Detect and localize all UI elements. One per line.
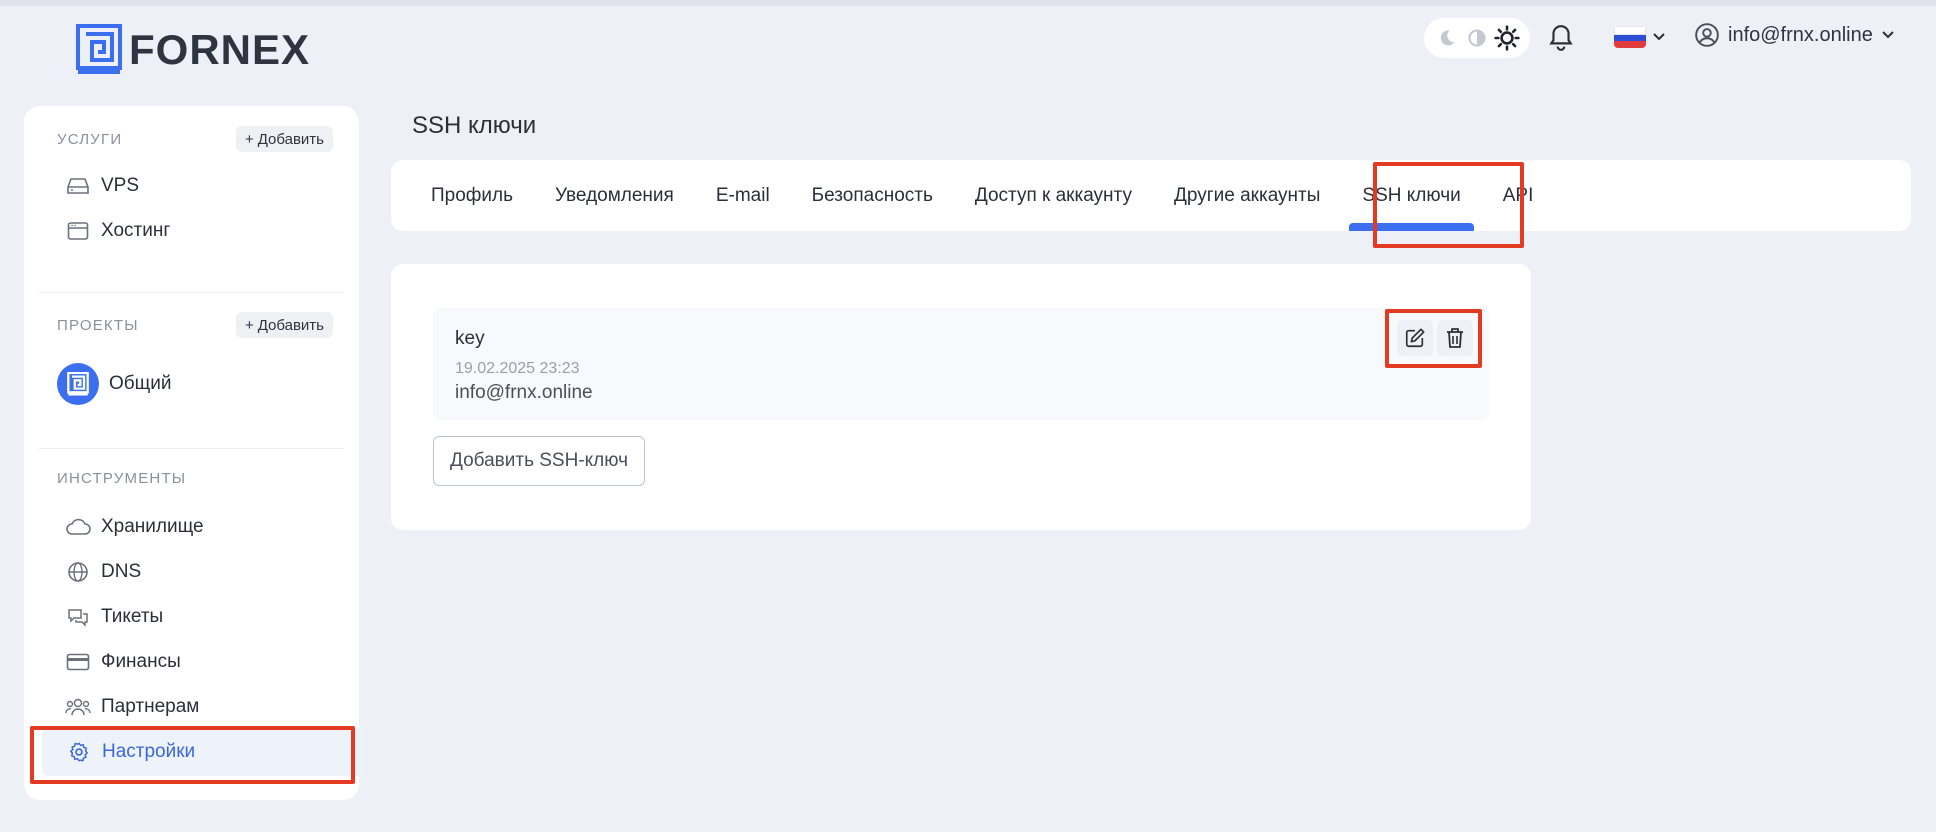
brand-name: FORNEX <box>129 26 311 73</box>
globe-icon <box>65 559 91 585</box>
credit-card-icon <box>65 649 91 675</box>
tab-account-access[interactable]: Доступ к аккаунту <box>954 160 1153 231</box>
services-section-title: УСЛУГИ <box>57 130 123 148</box>
ssh-key-date: 19.02.2025 23:23 <box>455 360 580 377</box>
account-email: info@frnx.online <box>1728 23 1873 46</box>
tools-section-title: ИНСТРУМЕНТЫ <box>57 470 187 487</box>
settings-tabs: Профиль Уведомления E-mail Безопасность … <box>391 160 1911 231</box>
sidebar-item-partners[interactable]: Партнерам <box>55 685 345 729</box>
page-title: SSH ключи <box>412 112 537 139</box>
ssh-key-actions <box>1397 320 1473 356</box>
sidebar-item-hosting[interactable]: Хостинг <box>55 209 345 253</box>
bell-icon[interactable] <box>1546 22 1576 54</box>
chevron-down-icon <box>1882 31 1894 39</box>
tab-other-accounts[interactable]: Другие аккаунты <box>1153 160 1341 231</box>
sun-icon[interactable] <box>1494 25 1520 51</box>
language-selector[interactable] <box>1614 26 1666 48</box>
tab-notifications[interactable]: Уведомления <box>534 160 695 231</box>
sidebar-item-label: Общий <box>109 373 172 394</box>
ssh-keys-card: key 19.02.2025 23:23 info@frnx.online До… <box>391 264 1531 530</box>
tools-section-header: ИНСТРУМЕНТЫ <box>57 470 333 487</box>
sidebar-item-storage[interactable]: Хранилище <box>55 505 345 549</box>
sidebar: УСЛУГИ + Добавить VPS Хостинг ПРОЕКТЫ + … <box>24 106 364 800</box>
tab-security[interactable]: Безопасность <box>791 160 954 231</box>
add-service-label: Добавить <box>257 130 324 148</box>
sidebar-item-label: VPS <box>101 175 140 196</box>
sidebar-item-label: DNS <box>101 561 142 582</box>
add-service-button[interactable]: + Добавить <box>235 126 333 152</box>
plus-icon: + <box>244 316 254 334</box>
ssh-key-name: key <box>455 328 485 349</box>
sidebar-divider <box>39 292 344 293</box>
chat-icon <box>65 604 91 630</box>
sidebar-item-dns[interactable]: DNS <box>55 550 345 594</box>
half-moon-icon[interactable] <box>1464 25 1490 51</box>
sidebar-item-label: Партнерам <box>101 696 200 717</box>
gear-icon <box>66 739 92 765</box>
sidebar-item-project-general[interactable]: Общий <box>55 356 345 412</box>
sidebar-item-tickets[interactable]: Тикеты <box>55 595 345 639</box>
services-section-header: УСЛУГИ + Добавить <box>57 126 333 152</box>
page-root: FORNEX info@frnx.online УСЛУГИ + Добавит… <box>0 0 1936 832</box>
sidebar-item-vps[interactable]: VPS <box>55 164 345 208</box>
edit-icon[interactable] <box>1397 320 1433 356</box>
sidebar-item-label: Хостинг <box>101 220 171 241</box>
moon-icon[interactable] <box>1434 25 1460 51</box>
fornex-logo-icon <box>76 24 122 74</box>
add-project-button[interactable]: + Добавить <box>235 312 333 338</box>
user-circle-icon <box>1695 23 1719 47</box>
cloud-icon <box>65 514 91 540</box>
sidebar-item-label: Настройки <box>102 741 196 762</box>
tab-profile[interactable]: Профиль <box>410 160 534 231</box>
tab-ssh-keys[interactable]: SSH ключи <box>1341 160 1481 231</box>
top-border <box>0 0 1936 6</box>
sidebar-item-label: Хранилище <box>101 516 204 537</box>
add-project-label: Добавить <box>257 316 324 334</box>
chevron-down-icon <box>1653 33 1665 41</box>
sidebar-item-label: Финансы <box>101 651 181 672</box>
tab-api[interactable]: API <box>1482 160 1555 231</box>
trash-icon[interactable] <box>1437 320 1473 356</box>
ssh-key-owner: info@frnx.online <box>455 382 593 403</box>
projects-section-header: ПРОЕКТЫ + Добавить <box>57 312 333 338</box>
users-icon <box>65 694 91 720</box>
brand-logo[interactable]: FORNEX <box>76 24 310 76</box>
projects-section-title: ПРОЕКТЫ <box>57 316 139 334</box>
sidebar-item-finance[interactable]: Финансы <box>55 640 345 684</box>
server-icon <box>65 173 91 199</box>
sidebar-item-label: Тикеты <box>101 606 164 627</box>
add-ssh-key-button[interactable]: Добавить SSH-ключ <box>433 436 645 486</box>
sidebar-divider <box>39 448 344 449</box>
browser-window-icon <box>65 218 91 244</box>
project-avatar-icon <box>57 363 99 405</box>
sidebar-item-settings[interactable]: Настройки <box>42 728 364 776</box>
plus-icon: + <box>244 130 254 148</box>
theme-switcher[interactable] <box>1424 18 1530 58</box>
account-menu[interactable]: info@frnx.online <box>1694 22 1895 48</box>
tab-email[interactable]: E-mail <box>695 160 791 231</box>
ssh-key-row: key 19.02.2025 23:23 info@frnx.online <box>433 308 1489 420</box>
russia-flag-icon <box>1614 26 1646 48</box>
